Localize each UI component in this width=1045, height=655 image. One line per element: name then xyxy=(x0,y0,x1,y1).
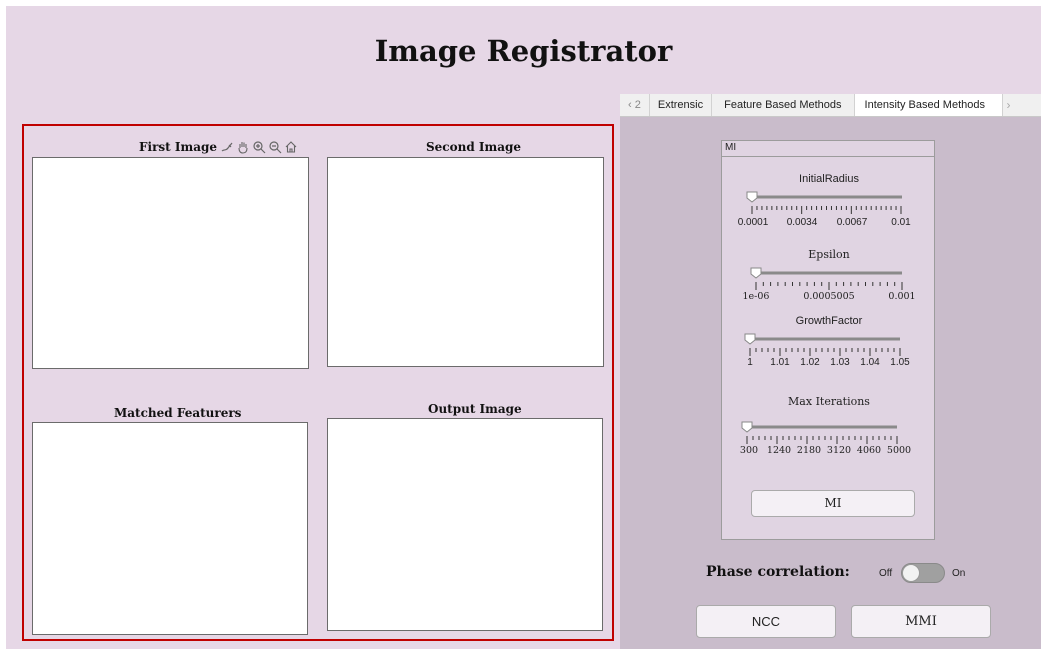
tick-label: 1240 xyxy=(766,445,792,456)
tick-label: 0.001 xyxy=(888,291,916,302)
tab-feature-based[interactable]: Feature Based Methods xyxy=(712,94,855,116)
switch-knob xyxy=(902,564,920,582)
epsilon-label: Epsilon xyxy=(808,248,850,261)
tab-scroll-left[interactable]: ‹ 2 xyxy=(620,94,650,116)
tab-extrensic[interactable]: Extrensic xyxy=(650,94,713,116)
app-window: Image Registrator First Image Second Ima… xyxy=(6,6,1041,649)
tab-intensity-based[interactable]: Intensity Based Methods xyxy=(854,94,1003,116)
first-image-title: First Image xyxy=(139,140,217,154)
second-image-title: Second Image xyxy=(426,140,522,154)
tick-label: 0.0001 xyxy=(737,217,769,228)
tick-label: 2180 xyxy=(796,445,822,456)
epsilon-slider[interactable]: 1e-06 0.0005005 0.001 xyxy=(722,265,936,315)
tab-bar: ‹ 2 Extrensic Feature Based Methods Inte… xyxy=(620,94,1041,117)
tick-label: 1.04 xyxy=(860,357,880,368)
phase-correlation-switch[interactable] xyxy=(901,563,945,583)
max-iterations-thumb xyxy=(741,421,753,433)
tick-label: 0.01 xyxy=(891,217,911,228)
tick-label: 1 xyxy=(747,357,753,368)
growth-factor-label: GrowthFactor xyxy=(795,315,863,327)
max-iterations-slider[interactable]: 300 1240 2180 3120 4060 5000 xyxy=(722,419,936,469)
tick-label: 300 xyxy=(739,445,759,456)
max-iterations-label: Max Iterations xyxy=(788,395,870,408)
epsilon-thumb xyxy=(750,267,762,279)
tick-label: 1.03 xyxy=(830,357,850,368)
second-image-axes[interactable] xyxy=(327,157,604,367)
mmi-button[interactable]: MMI xyxy=(851,605,991,638)
initial-radius-slider[interactable]: 0.0001 0.0034 0.0067 0.01 xyxy=(722,189,936,239)
intensity-tab-panel: MI InitialRadius 0.0001 0.0034 0.0067 0.… xyxy=(620,117,1041,649)
tick-label: 1.02 xyxy=(800,357,820,368)
output-image-title: Output Image xyxy=(428,402,522,416)
phase-correlation-label: Phase correlation: xyxy=(706,564,850,580)
growth-factor-slider[interactable]: 1 1.01 1.02 1.03 1.04 1.05 xyxy=(722,331,936,381)
mi-panel: MI InitialRadius 0.0001 0.0034 0.0067 0.… xyxy=(721,140,935,540)
output-image-axes[interactable] xyxy=(327,418,603,631)
tick-label: 1.05 xyxy=(890,357,910,368)
phase-switch-off-label: Off xyxy=(879,568,893,579)
tick-label: 0.0067 xyxy=(836,217,868,228)
tick-label: 3120 xyxy=(826,445,852,456)
app-title: Image Registrator xyxy=(374,34,673,68)
tick-label: 0.0034 xyxy=(786,217,818,228)
images-panel: First Image Second Image Matched Feature… xyxy=(22,124,614,641)
mi-panel-divider xyxy=(722,156,934,157)
ncc-button[interactable]: NCC xyxy=(696,605,836,638)
initial-radius-track xyxy=(746,191,902,214)
initial-radius-thumb xyxy=(746,191,758,203)
mi-button[interactable]: MI xyxy=(751,490,915,517)
method-tab-group: ‹ 2 Extrensic Feature Based Methods Inte… xyxy=(620,94,1041,649)
initial-radius-label: InitialRadius xyxy=(799,173,859,185)
matched-features-axes[interactable] xyxy=(32,422,308,635)
chevron-right-icon[interactable]: › xyxy=(1003,94,1015,116)
tab-scroll-label: 2 xyxy=(634,99,641,111)
chevron-left-icon: ‹ xyxy=(628,99,632,111)
tick-label: 1e-06 xyxy=(742,291,770,302)
tick-label: 4060 xyxy=(856,445,882,456)
first-image-axes[interactable] xyxy=(32,157,309,369)
matched-features-title: Matched Featurers xyxy=(114,406,242,420)
phase-switch-on-label: On xyxy=(952,568,966,579)
tick-label: 1.01 xyxy=(770,357,790,368)
mi-panel-title: MI xyxy=(725,142,737,153)
tick-label: 0.0005005 xyxy=(803,291,855,302)
growth-factor-thumb xyxy=(744,333,756,345)
tick-label: 5000 xyxy=(886,445,912,456)
